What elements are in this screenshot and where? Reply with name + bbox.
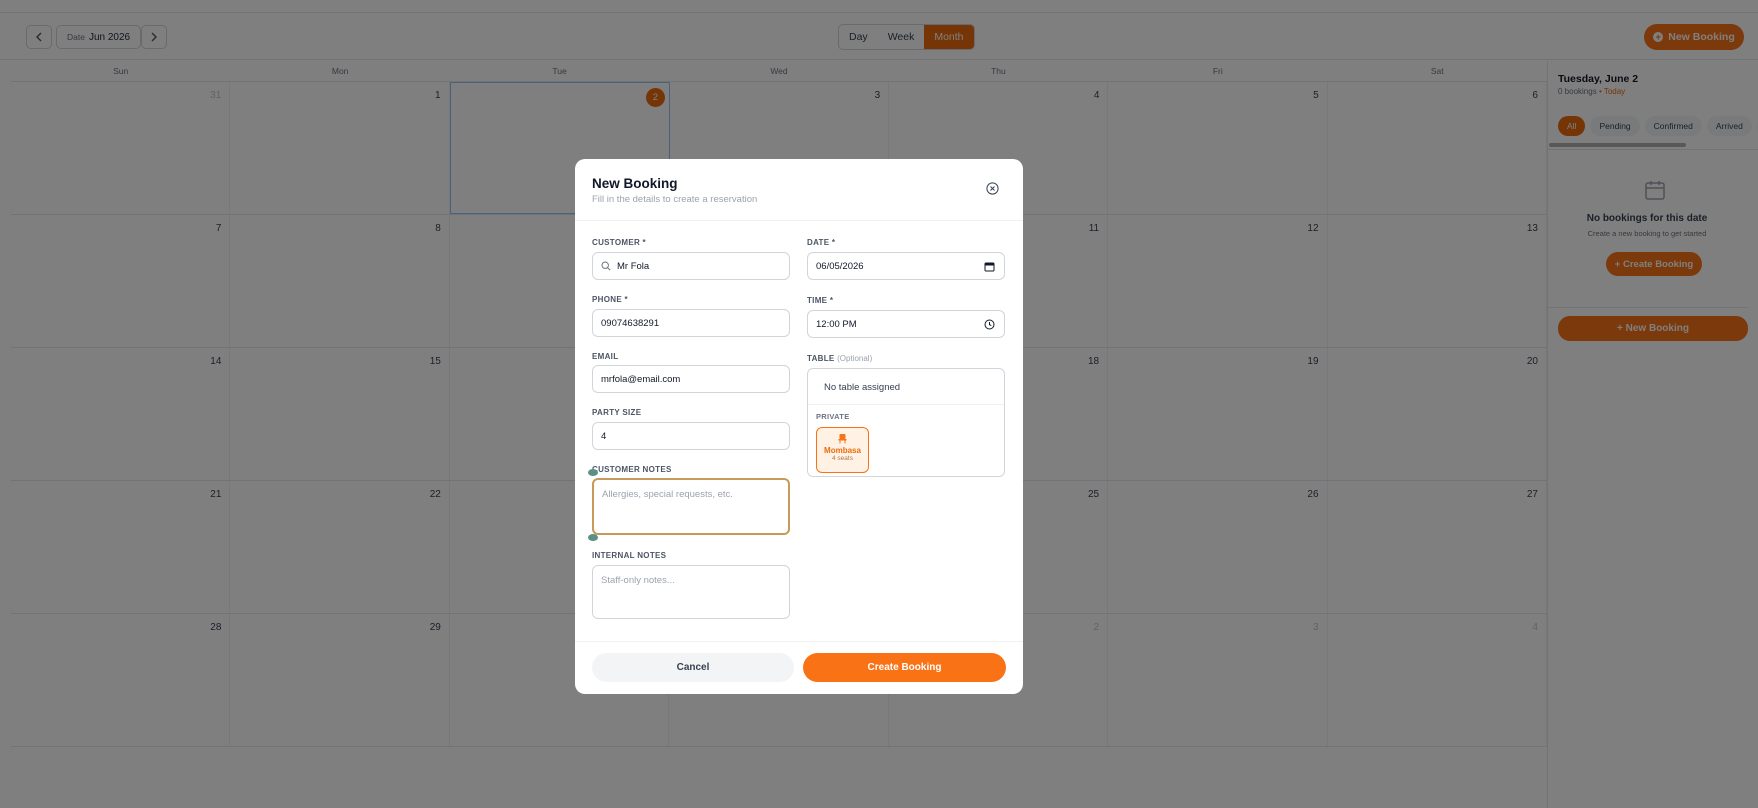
date-label: DATE * [807,238,836,247]
table-option-mombasa[interactable]: Mombasa 4 seats [816,427,869,473]
search-icon [601,261,611,271]
new-booking-modal: New Booking Fill in the details to creat… [575,159,1023,694]
table-label: TABLE (Optional) [807,354,872,363]
selection-handle-top[interactable] [588,469,598,476]
time-label: TIME * [807,296,834,305]
no-table-option[interactable]: No table assigned [824,382,900,393]
date-input[interactable]: 06/05/2026 [807,252,1005,280]
date-value: 06/05/2026 [816,260,864,272]
customer-notes-placeholder: Allergies, special requests, etc. [602,489,733,500]
close-button[interactable] [983,179,1001,197]
internal-notes-placeholder: Staff-only notes... [601,575,675,586]
calendar-picker-icon[interactable] [984,261,995,272]
cancel-button[interactable]: Cancel [592,653,794,682]
table-seats: 4 seats [832,455,853,462]
table-divider [808,404,1004,405]
internal-notes-label: INTERNAL NOTES [592,551,667,560]
create-booking-submit-button[interactable]: Create Booking [803,653,1006,682]
internal-notes-textarea[interactable]: Staff-only notes... [592,565,790,619]
email-value: mrfola@email.com [601,373,681,385]
table-selector: No table assigned PRIVATE Mombasa 4 seat… [807,368,1005,477]
table-label-text: TABLE [807,354,835,363]
phone-value: 09074638291 [601,317,660,329]
table-name: Mombasa [824,446,861,455]
party-size-field[interactable]: 4 [592,422,790,450]
modal-title: New Booking [592,176,678,191]
phone-label: PHONE * [592,295,628,304]
customer-label: CUSTOMER * [592,238,646,247]
customer-notes-textarea[interactable]: Allergies, special requests, etc. [592,478,790,535]
clock-icon[interactable] [984,319,995,330]
phone-field[interactable]: 09074638291 [592,309,790,337]
time-input[interactable]: 12:00 PM [807,310,1005,338]
email-field[interactable]: mrfola@email.com [592,365,790,393]
modal-subtitle: Fill in the details to create a reservat… [592,194,758,205]
customer-notes-label: CUSTOMER NOTES [592,465,672,474]
email-label: EMAIL [592,352,619,361]
customer-search-input[interactable]: Mr Fola [592,252,790,280]
selection-handle-bottom[interactable] [588,534,598,541]
table-optional-hint: (Optional) [837,354,873,363]
chair-icon [838,434,847,444]
time-value: 12:00 PM [816,318,857,330]
table-group-label: PRIVATE [816,412,850,421]
modal-footer-divider [575,641,1023,642]
modal-header-divider [575,220,1023,221]
customer-value: Mr Fola [617,260,650,272]
party-size-value: 4 [601,430,607,442]
close-icon [985,181,999,195]
party-size-label: PARTY SIZE [592,408,642,417]
